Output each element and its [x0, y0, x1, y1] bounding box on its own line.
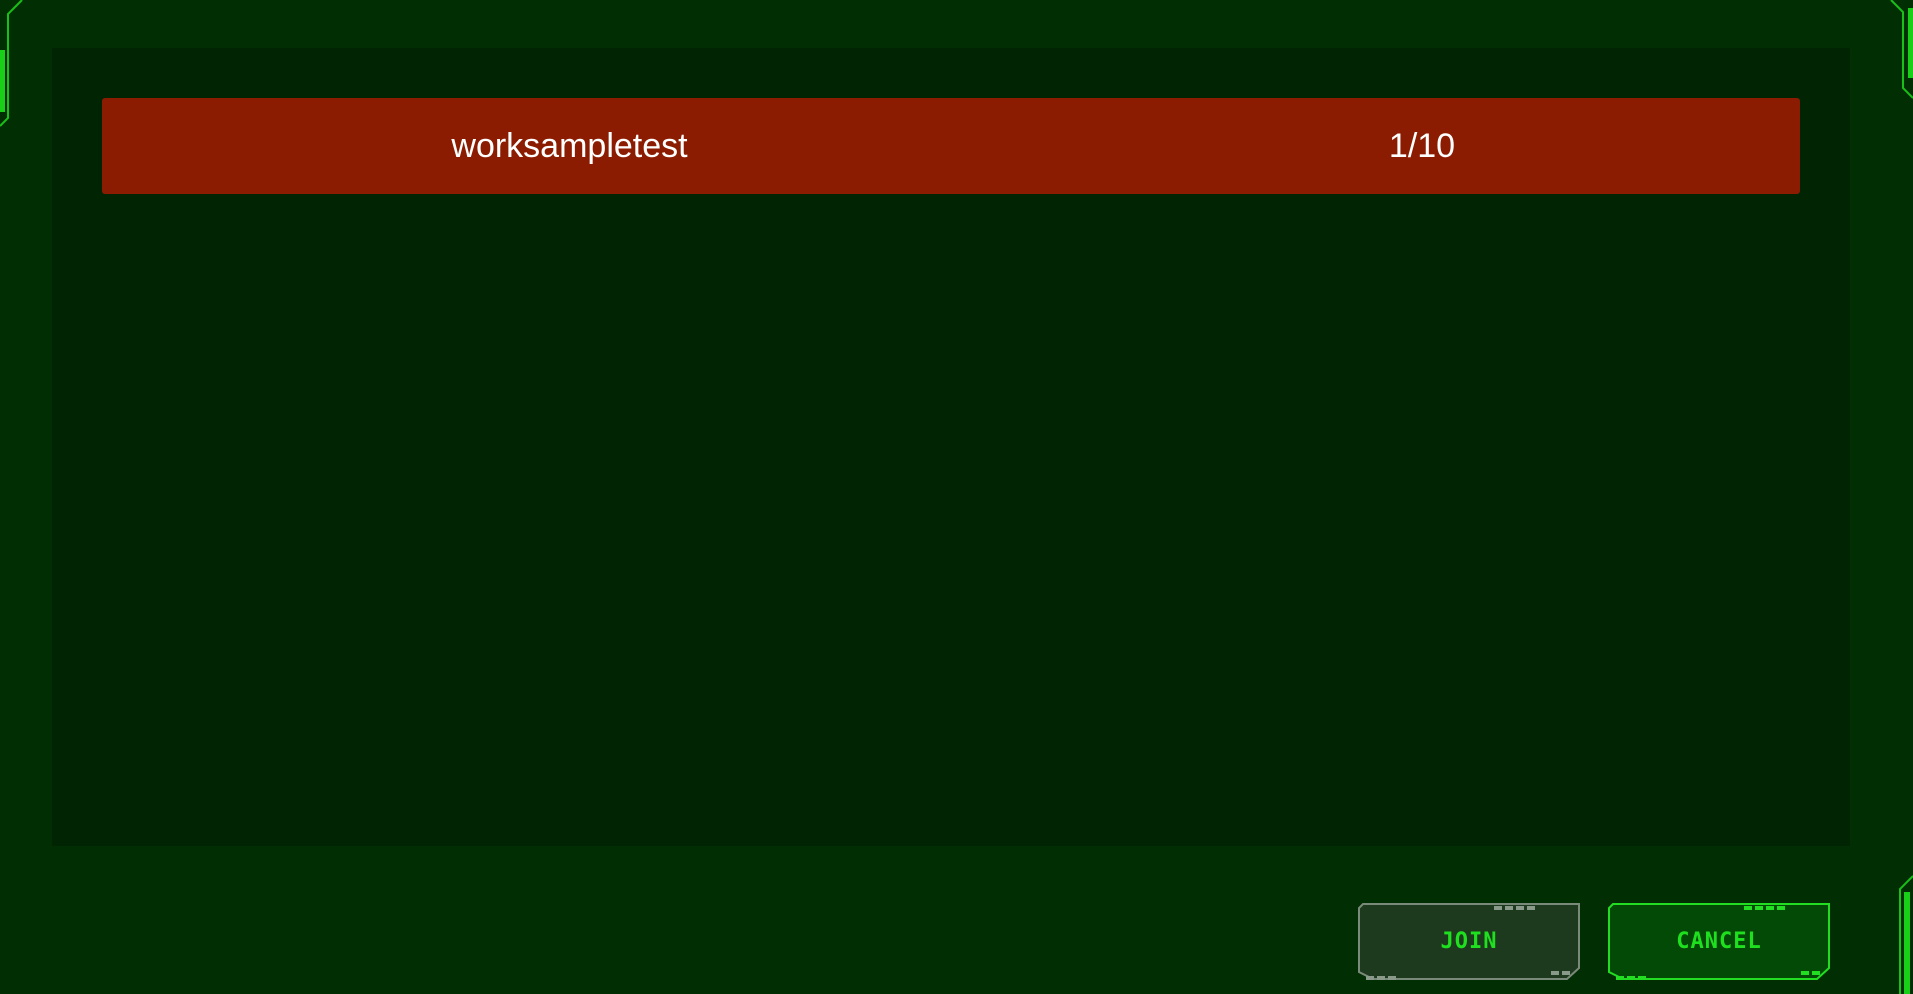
cancel-button[interactable]: CANCEL	[1608, 900, 1830, 984]
join-button[interactable]: JOIN	[1358, 900, 1580, 984]
room-player-count: 1/10	[1388, 127, 1456, 165]
room-row-selected[interactable]: worksampletest 1/10	[102, 98, 1800, 194]
room-name: worksampletest	[451, 127, 688, 165]
join-button-label: JOIN	[1440, 929, 1498, 954]
room-list-panel: worksampletest 1/10	[52, 48, 1850, 846]
join-room-dialog: worksampletest 1/10 JOIN CANCEL	[0, 0, 1913, 994]
cancel-button-label: CANCEL	[1676, 929, 1762, 954]
